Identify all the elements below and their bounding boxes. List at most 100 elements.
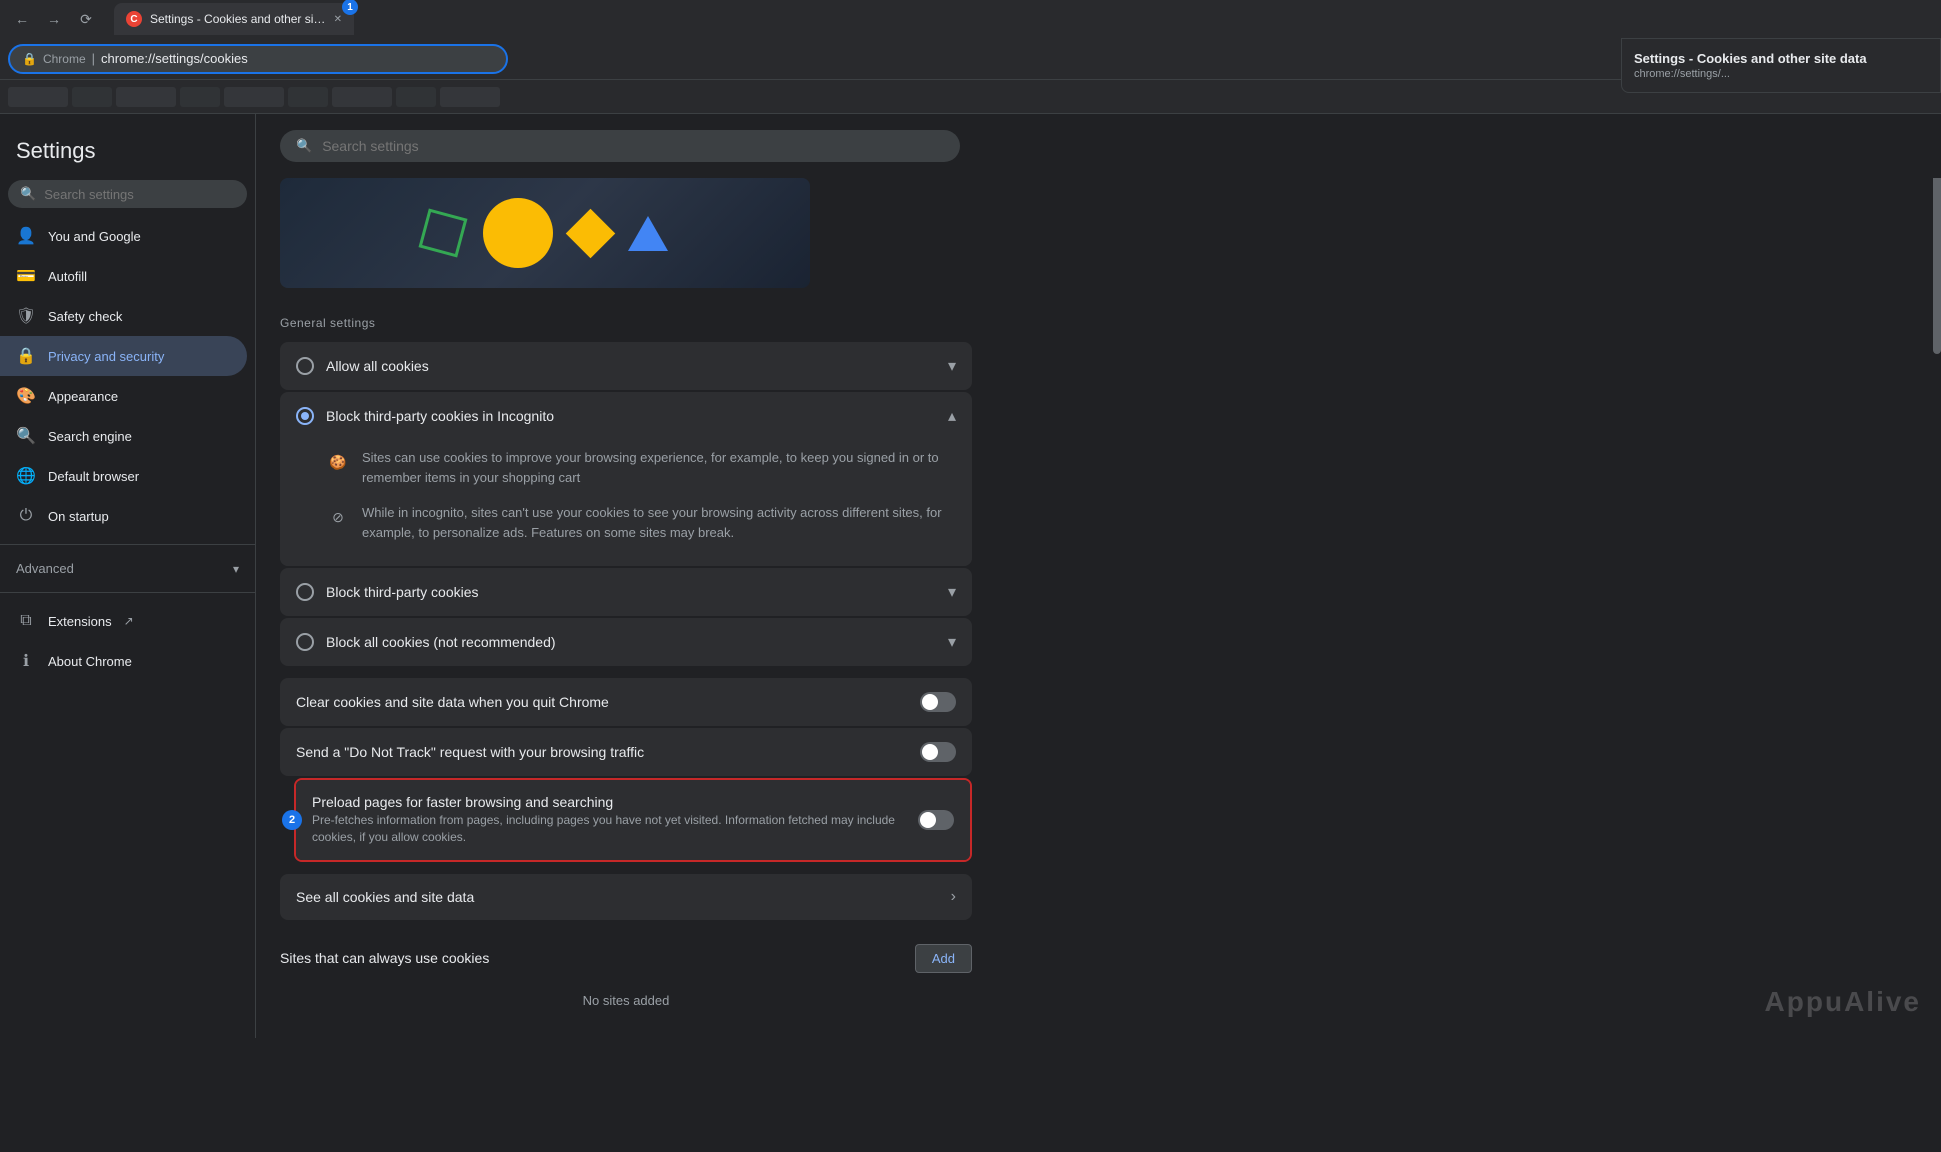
cookie-option-block-all-header[interactable]: Block all cookies (not recommended) ▾ — [280, 618, 972, 666]
active-tab[interactable]: C Settings - Cookies and other site data… — [114, 3, 354, 35]
sidebar-item-on-startup[interactable]: ⏻ On startup — [0, 496, 247, 536]
scrollbar-track — [1933, 114, 1941, 1152]
chevron-down-icon: ▾ — [233, 562, 239, 576]
scrollbar-thumb[interactable] — [1933, 154, 1941, 354]
toggle-row-preload[interactable]: Preload pages for faster browsing and se… — [296, 780, 970, 860]
sidebar-label-autofill: Autofill — [48, 269, 87, 284]
sites-always-section: Sites that can always use cookies Add No… — [280, 936, 972, 1016]
bookmark-7[interactable] — [332, 87, 392, 107]
advanced-label: Advanced — [16, 561, 225, 576]
chrome-label: Chrome — [43, 52, 86, 66]
expand-block-all-icon: ▾ — [948, 632, 956, 652]
bookmark-4[interactable] — [180, 87, 220, 107]
cookie-detail-icon-1: 🍪 — [326, 450, 350, 474]
sidebar-label-default-browser: Default browser — [48, 469, 139, 484]
bookmark-3[interactable] — [116, 87, 176, 107]
watermark: AppuAlive — [1765, 986, 1921, 1018]
radio-allow-all[interactable] — [296, 357, 314, 375]
sites-always-header: Sites that can always use cookies Add — [280, 936, 972, 985]
cookie-option-block-incognito-header[interactable]: Block third-party cookies in Incognito ▴ — [280, 392, 972, 440]
radio-block-incognito[interactable] — [296, 407, 314, 425]
always-clear-header: Always clear cookies when windows are cl… — [280, 1032, 972, 1038]
address-separator: | — [92, 51, 95, 66]
radio-block-all[interactable] — [296, 633, 314, 651]
cookie-option-incognito-details: 🍪 Sites can use cookies to improve your … — [280, 440, 972, 566]
main-content: Settings 🔍 👤 You and Google 💳 Autofill 🛡… — [0, 114, 1941, 1038]
bookmark-9[interactable] — [440, 87, 500, 107]
cookie-option-block-all: Block all cookies (not recommended) ▾ — [280, 618, 972, 666]
toggle-row-do-not-track[interactable]: Send a "Do Not Track" request with your … — [280, 728, 972, 776]
always-clear-section: Always clear cookies when windows are cl… — [280, 1032, 972, 1038]
external-link-icon: ↗ — [124, 614, 134, 628]
sidebar-label-about-chrome: About Chrome — [48, 654, 132, 669]
tab-close-button[interactable]: ✕ — [334, 14, 342, 25]
sidebar-item-you-and-google[interactable]: 👤 You and Google — [0, 216, 247, 256]
sidebar-advanced-section[interactable]: Advanced ▾ — [0, 553, 255, 584]
radio-inner — [301, 412, 309, 420]
do-not-track-toggle[interactable] — [920, 742, 956, 762]
tab-badge-1: 1 — [342, 0, 358, 15]
bookmark-5[interactable] — [224, 87, 284, 107]
expand-allow-all-icon: ▾ — [948, 356, 956, 376]
about-icon: ℹ — [16, 651, 36, 671]
sidebar-divider-2 — [0, 592, 255, 593]
cookie-option-block-third-party: Block third-party cookies ▾ — [280, 568, 972, 616]
lock-icon: 🔒 — [22, 52, 37, 66]
forward-button[interactable]: → — [40, 5, 68, 33]
back-button[interactable]: ← — [8, 5, 36, 33]
sidebar-item-about-chrome[interactable]: ℹ About Chrome — [0, 641, 247, 681]
clear-cookies-toggle[interactable] — [920, 692, 956, 712]
nav-buttons: ← → ⟳ — [8, 5, 100, 33]
block-third-party-label: Block third-party cookies — [326, 584, 936, 600]
block-all-label: Block all cookies (not recommended) — [326, 634, 936, 650]
hero-shapes — [423, 198, 668, 268]
settings-search-box[interactable]: 🔍 — [280, 130, 960, 162]
bookmark-8[interactable] — [396, 87, 436, 107]
sidebar-item-search-engine[interactable]: 🔍 Search engine — [0, 416, 247, 456]
sidebar-divider-1 — [0, 544, 255, 545]
address-bar[interactable]: 🔒 Chrome | — [8, 44, 508, 74]
content-area: General settings Allow all cookies ▾ — [256, 178, 996, 1038]
top-right-panel: Settings - Cookies and other site data c… — [1621, 38, 1941, 93]
general-settings-label: General settings — [280, 308, 972, 342]
sidebar-item-safety-check[interactable]: 🛡 Safety check — [0, 296, 247, 336]
sidebar-label-privacy-security: Privacy and security — [48, 349, 164, 364]
preload-toggle[interactable] — [918, 810, 954, 830]
do-not-track-text: Send a "Do Not Track" request with your … — [296, 744, 920, 760]
bookmark-2[interactable] — [72, 87, 112, 107]
radio-block-third-party[interactable] — [296, 583, 314, 601]
toggle-row-clear-cookies[interactable]: Clear cookies and site data when you qui… — [280, 678, 972, 726]
cookie-option-block-third-party-header[interactable]: Block third-party cookies ▾ — [280, 568, 972, 616]
sidebar-item-extensions[interactable]: ⧉ Extensions ↗ — [0, 601, 255, 641]
bookmark-1[interactable] — [8, 87, 68, 107]
sidebar-item-privacy-security[interactable]: 🔒 Privacy and security — [0, 336, 247, 376]
shape-circle — [483, 198, 553, 268]
sidebar-label-you-and-google: You and Google — [48, 229, 141, 244]
settings-sidebar: Settings 🔍 👤 You and Google 💳 Autofill 🛡… — [0, 114, 256, 1038]
sidebar-item-appearance[interactable]: 🎨 Appearance — [0, 376, 247, 416]
tab-favicon: C — [126, 11, 142, 27]
arrow-right-icon: › — [951, 888, 956, 906]
do-not-track-knob — [922, 744, 938, 760]
bookmark-6[interactable] — [288, 87, 328, 107]
address-input[interactable] — [101, 51, 494, 66]
cookie-option-allow-all: Allow all cookies ▾ — [280, 342, 972, 390]
sidebar-item-default-browser[interactable]: 🌐 Default browser — [0, 456, 247, 496]
settings-search-input[interactable] — [322, 138, 944, 154]
see-all-cookies-row[interactable]: See all cookies and site data › — [280, 874, 972, 920]
expand-third-party-icon: ▾ — [948, 582, 956, 602]
sidebar-label-appearance: Appearance — [48, 389, 118, 404]
sidebar-search-box[interactable]: 🔍 — [8, 180, 247, 208]
shape-diamond — [565, 208, 614, 257]
hero-image — [280, 178, 810, 288]
cookie-option-allow-all-header[interactable]: Allow all cookies ▾ — [280, 342, 972, 390]
add-sites-always-button[interactable]: Add — [915, 944, 972, 973]
refresh-button[interactable]: ⟳ — [72, 5, 100, 33]
incognito-detail-2: ⊘ While in incognito, sites can't use yo… — [326, 495, 956, 550]
sidebar-search-input[interactable] — [44, 187, 235, 202]
highlight-badge-2: 2 — [282, 810, 302, 830]
cookie-detail-icon-2: ⊘ — [326, 505, 350, 529]
person-icon: 👤 — [16, 226, 36, 246]
clear-cookies-text: Clear cookies and site data when you qui… — [296, 694, 920, 710]
sidebar-item-autofill[interactable]: 💳 Autofill — [0, 256, 247, 296]
